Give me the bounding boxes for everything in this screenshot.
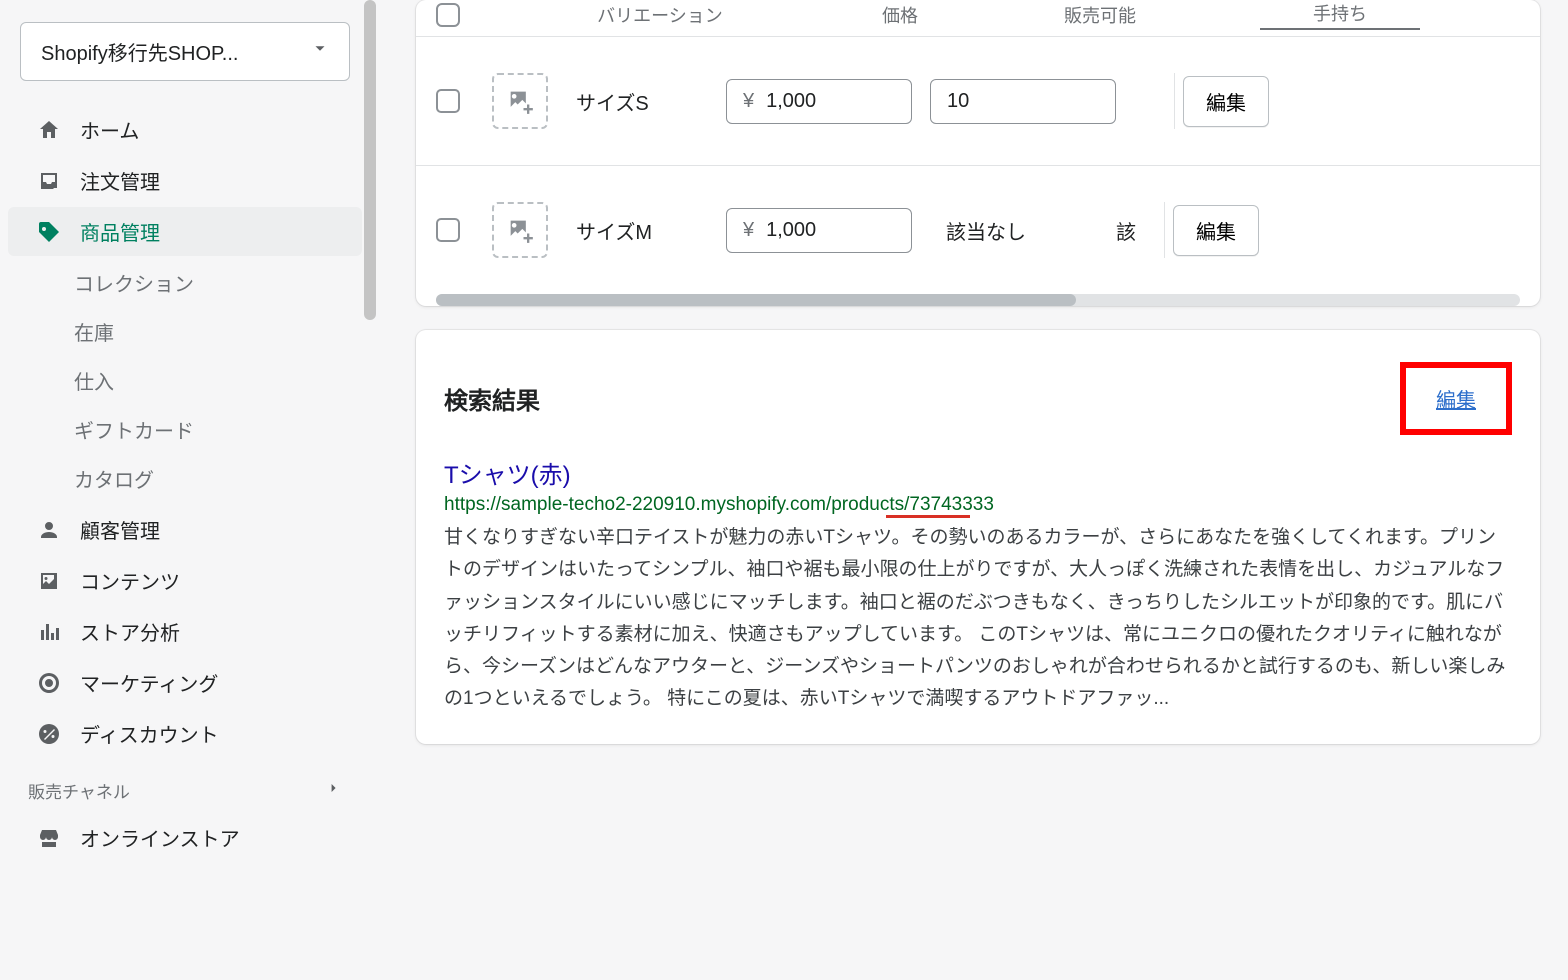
variant-edit-button[interactable]: 編集: [1173, 205, 1259, 256]
variant-row: サイズS ¥1,000 10 編集: [416, 36, 1540, 165]
variant-price-input[interactable]: ¥1,000: [726, 208, 912, 253]
variant-checkbox[interactable]: [436, 89, 460, 113]
nav-purchase[interactable]: 仕入: [0, 356, 370, 405]
search-preview-edit-link[interactable]: 編集: [1436, 390, 1476, 412]
nav-analytics[interactable]: ストア分析: [8, 607, 362, 656]
person-icon: [36, 517, 62, 543]
nav-gift-cards[interactable]: ギフトカード: [0, 405, 370, 454]
image-add-icon: [506, 87, 534, 115]
currency-symbol: ¥: [743, 219, 754, 242]
nav-products[interactable]: 商品管理: [8, 207, 362, 256]
variant-name: サイズS: [576, 87, 726, 116]
select-all-checkbox[interactable]: [436, 3, 460, 27]
nav-collections[interactable]: コレクション: [0, 258, 370, 307]
search-preview-header: 検索結果 編集: [444, 362, 1512, 435]
nav-section-channels-label: 販売チャネル: [28, 778, 130, 803]
store-icon: [36, 825, 62, 851]
horizontal-scrollbar[interactable]: [436, 294, 1520, 306]
column-divider: [1174, 73, 1175, 129]
nav-catalog[interactable]: カタログ: [0, 454, 370, 503]
variant-name: サイズM: [576, 216, 726, 245]
nav-orders-label: 注文管理: [80, 166, 160, 195]
store-selector-label: Shopify移行先SHOP...: [41, 37, 238, 66]
nav-marketing-label: マーケティング: [80, 668, 218, 697]
nav-discounts[interactable]: ディスカウント: [8, 709, 362, 758]
variant-available-text: 該当なし: [930, 216, 1116, 245]
sidebar-scrollbar-thumb[interactable]: [364, 0, 376, 320]
variant-edit-button[interactable]: 編集: [1183, 76, 1269, 127]
caret-down-icon: [311, 40, 329, 64]
search-result-description: 甘くなりすぎない辛口テイストが魅力の赤いTシャツ。その勢いのあるカラーが、さらに…: [444, 522, 1512, 716]
variant-available-input[interactable]: 10: [930, 79, 1116, 124]
variant-onhand: 該: [1116, 216, 1156, 245]
nav-online-store[interactable]: オンラインストア: [8, 813, 362, 862]
edit-highlight-box: 編集: [1400, 362, 1512, 435]
nav-customers[interactable]: 顧客管理: [8, 505, 362, 554]
variant-image-placeholder[interactable]: [492, 202, 548, 258]
nav-products-label: 商品管理: [80, 217, 160, 246]
nav-customers-label: 顧客管理: [80, 515, 160, 544]
price-value: 1,000: [766, 90, 816, 113]
nav-online-store-label: オンラインストア: [80, 823, 240, 852]
variants-card: バリエーション 価格 販売可能 手持ち サイズS ¥1,000 10: [416, 0, 1540, 306]
nav-home-label: ホーム: [80, 115, 139, 144]
nav-primary: ホーム 注文管理 商品管理: [0, 105, 370, 256]
nav-channels: オンラインストア: [0, 813, 370, 862]
column-divider: [1164, 202, 1165, 258]
nav-secondary: 顧客管理 コンテンツ ストア分析 マーケティング ディスカウント: [0, 505, 370, 758]
tag-icon: [36, 219, 62, 245]
currency-symbol: ¥: [743, 90, 754, 113]
home-icon: [36, 117, 62, 143]
image-add-icon: [506, 216, 534, 244]
nav-marketing[interactable]: マーケティング: [8, 658, 362, 707]
horizontal-scrollbar-thumb[interactable]: [436, 294, 1076, 306]
sidebar: Shopify移行先SHOP... ホーム 注文管理 商品管理 コレクション 在…: [0, 0, 370, 980]
nav-discounts-label: ディスカウント: [80, 719, 219, 748]
search-result-url: https://sample-techo2-220910.myshopify.c…: [444, 494, 994, 516]
store-selector[interactable]: Shopify移行先SHOP...: [20, 22, 350, 81]
nav-section-channels: 販売チャネル: [0, 760, 370, 811]
url-highlight-underline: [886, 515, 970, 518]
available-value: 10: [947, 90, 969, 112]
nav-orders[interactable]: 注文管理: [8, 156, 362, 205]
nav-analytics-label: ストア分析: [80, 617, 180, 646]
bar-chart-icon: [36, 619, 62, 645]
search-preview-title: 検索結果: [444, 381, 540, 416]
price-value: 1,000: [766, 219, 816, 242]
nav-products-sub: コレクション 在庫 仕入 ギフトカード カタログ: [0, 258, 370, 503]
col-header-onhand[interactable]: 手持ち: [1260, 0, 1420, 30]
app-root: Shopify移行先SHOP... ホーム 注文管理 商品管理 コレクション 在…: [0, 0, 1568, 980]
variant-checkbox[interactable]: [436, 218, 460, 242]
variants-header-row: バリエーション 価格 販売可能 手持ち: [416, 0, 1540, 36]
discount-icon: [36, 721, 62, 747]
col-header-variation: バリエーション: [520, 2, 800, 28]
main-content: バリエーション 価格 販売可能 手持ち サイズS ¥1,000 10: [370, 0, 1568, 980]
search-result-url-text: https://sample-techo2-220910.myshopify.c…: [444, 494, 994, 515]
sidebar-scrollbar[interactable]: [364, 0, 376, 980]
nav-content-label: コンテンツ: [80, 566, 180, 595]
nav-content[interactable]: コンテンツ: [8, 556, 362, 605]
inbox-icon: [36, 168, 62, 194]
col-header-available: 販売可能: [1000, 2, 1200, 28]
variant-image-placeholder[interactable]: [492, 73, 548, 129]
search-result-title: Tシャツ(赤): [444, 455, 1512, 490]
target-icon: [36, 670, 62, 696]
col-header-price: 価格: [800, 2, 1000, 28]
nav-inventory[interactable]: 在庫: [0, 307, 370, 356]
search-preview-card: 検索結果 編集 Tシャツ(赤) https://sample-techo2-22…: [416, 330, 1540, 744]
image-icon: [36, 568, 62, 594]
chevron-right-icon[interactable]: [326, 780, 342, 801]
variant-price-input[interactable]: ¥1,000: [726, 79, 912, 124]
variant-row: サイズM ¥1,000 該当なし 該 編集: [416, 165, 1540, 294]
nav-home[interactable]: ホーム: [8, 105, 362, 154]
